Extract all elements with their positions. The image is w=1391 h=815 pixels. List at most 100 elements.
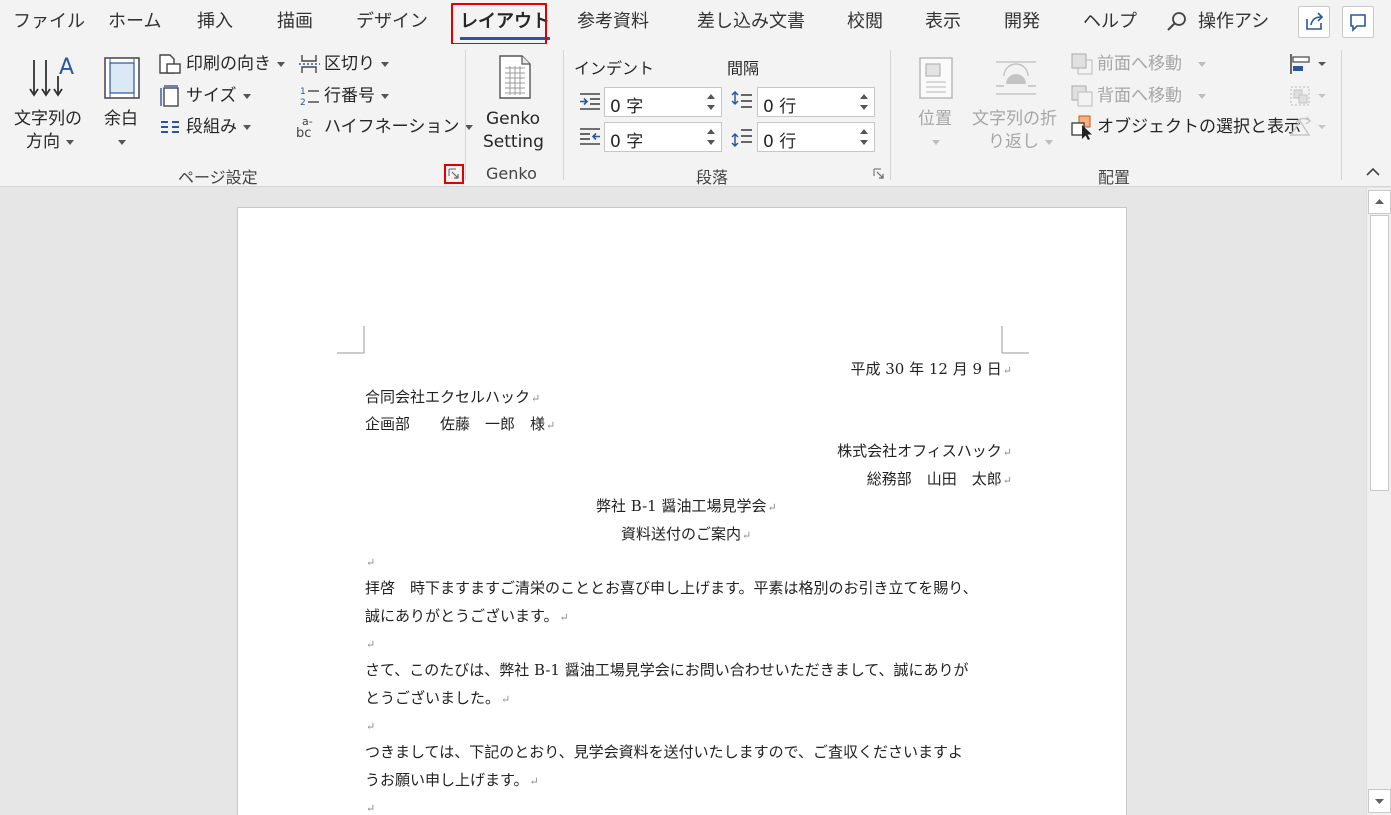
selection-pane-label: オブジェクトの選択と表示: [1097, 117, 1301, 137]
tab-developer[interactable]: 開発: [1004, 9, 1040, 35]
page-size-icon: [160, 85, 179, 107]
chevron-down-icon: [243, 124, 251, 130]
send-backward-label: 背面へ移動: [1097, 85, 1206, 107]
indent-right-value: 0 字: [610, 132, 644, 152]
dialog-launcher-icon[interactable]: [873, 168, 885, 180]
group-objects-icon[interactable]: [1288, 84, 1328, 108]
ribbon-separator: [563, 50, 564, 180]
tab-insert[interactable]: 挿入: [197, 9, 233, 35]
genko-group-label: Genko: [486, 164, 537, 183]
align-icon[interactable]: [1288, 52, 1328, 76]
sender-person: 総務部 山田 太郎↵: [866, 470, 1012, 488]
indent-left-spinner[interactable]: 0 字: [604, 87, 722, 117]
spin-up-icon[interactable]: [707, 94, 715, 99]
margins-button[interactable]: 余白: [96, 48, 148, 158]
spacing-before-value: 0 行: [763, 97, 797, 117]
spin-down-icon[interactable]: [860, 140, 868, 145]
vertical-scrollbar[interactable]: [1366, 188, 1391, 815]
genko-setting-button[interactable]: Genko Setting: [478, 48, 554, 158]
hyphenation-label: ハイフネーション: [324, 116, 474, 138]
indent-left-value: 0 字: [610, 97, 644, 117]
tab-highlight-box: [451, 3, 547, 45]
rotate-icon[interactable]: [1288, 115, 1328, 139]
empty-paragraph: ↵: [366, 720, 376, 733]
scroll-down-button[interactable]: [1368, 789, 1391, 813]
position-icon: [919, 57, 953, 99]
tab-file[interactable]: ファイル: [13, 9, 85, 35]
body-paragraph-2-line-2: とうございました。↵: [365, 689, 511, 707]
spacing-after-icon: [731, 129, 752, 148]
spin-down-icon[interactable]: [860, 105, 868, 110]
page-setup-launcher-highlight: [444, 164, 464, 184]
indent-right-spinner[interactable]: 0 字: [604, 122, 722, 152]
orientation-label: 印刷の向き: [186, 53, 285, 75]
chevron-down-icon: [1045, 139, 1053, 145]
wrap-text-label-1: 文字列の折: [972, 109, 1057, 129]
tab-view[interactable]: 表示: [925, 9, 961, 35]
chevron-down-icon: [1198, 61, 1206, 67]
text-direction-label-1: 文字列の: [14, 109, 82, 129]
collapse-ribbon-icon[interactable]: [1365, 166, 1381, 178]
indent-right-icon: [580, 128, 600, 145]
line-numbers-icon: 1 2: [300, 87, 319, 108]
tab-home[interactable]: ホーム: [108, 9, 161, 35]
tab-references[interactable]: 参考資料: [577, 9, 649, 35]
text-direction-label-2: 方向: [26, 131, 74, 153]
position-button[interactable]: 位置: [910, 48, 962, 158]
bring-forward-icon: [1071, 53, 1093, 75]
body-paragraph-2-line-1: さて、このたびは、弊社 B-1 醤油工場見学会にお問い合わせいただきまして、誠に…: [365, 661, 969, 679]
chevron-down-icon: [1198, 93, 1206, 99]
margins-icon: [104, 57, 140, 99]
tab-draw[interactable]: 描画: [277, 9, 313, 35]
spacing-after-spinner[interactable]: 0 行: [757, 122, 875, 152]
chevron-down-icon: [277, 61, 285, 67]
document-page[interactable]: 平成 30 年 12 月 9 日↵ 合同会社エクセルハック↵ 企画部 佐藤 一郎…: [237, 207, 1127, 815]
orientation-icon: [159, 54, 181, 74]
tab-help[interactable]: ヘルプ: [1083, 9, 1137, 35]
columns-icon: [161, 121, 179, 133]
spacing-after-value: 0 行: [763, 132, 797, 152]
spin-up-icon[interactable]: [860, 129, 868, 134]
tab-design[interactable]: デザイン: [356, 9, 428, 35]
letter-title-1: 弊社 B-1 醤油工場見学会↵: [596, 497, 777, 515]
size-label: サイズ: [186, 85, 251, 107]
svg-text:A: A: [59, 55, 74, 80]
chevron-up-icon: [1375, 199, 1384, 204]
search-icon[interactable]: [1166, 11, 1188, 33]
tab-mailings[interactable]: 差し込み文書: [697, 9, 805, 35]
spin-up-icon[interactable]: [707, 129, 715, 134]
chevron-down-icon: [118, 140, 126, 145]
sender-company: 株式会社オフィスハック↵: [837, 442, 1012, 460]
body-paragraph-1-line-1: 拝啓 時下ますますご清栄のこととお喜び申し上げます。平素は格別のお引き立てを賜り…: [365, 579, 978, 597]
spin-down-icon[interactable]: [707, 140, 715, 145]
spin-down-icon[interactable]: [707, 105, 715, 110]
wrap-text-icon: [996, 61, 1036, 95]
comments-button[interactable]: [1342, 6, 1374, 38]
margins-label: 余白: [104, 109, 138, 129]
share-icon: [1306, 12, 1324, 30]
svg-text:1: 1: [300, 87, 306, 97]
ribbon-tab-bar: ファイル ホーム 挿入 描画 デザイン レイアウト 参考資料 差し込み文書 校閲…: [0, 0, 1391, 45]
tell-me-input[interactable]: 操作アシ: [1198, 9, 1270, 35]
arrange-group-label: 配置: [1098, 168, 1131, 187]
wrap-text-button[interactable]: 文字列の折 り返し: [968, 48, 1064, 158]
text-direction-icon: A: [29, 55, 74, 97]
scroll-up-button[interactable]: [1368, 190, 1391, 214]
svg-text:2: 2: [300, 98, 306, 108]
ribbon-separator: [1341, 50, 1342, 180]
ribbon-separator: [890, 50, 891, 180]
text-direction-button[interactable]: A 文字列の 方向: [10, 48, 90, 158]
spin-up-icon[interactable]: [860, 94, 868, 99]
empty-paragraph: ↵: [366, 556, 376, 569]
genko-document-icon: [499, 55, 531, 99]
body-paragraph-3-line-1: つきましては、下記のとおり、見学会資料を送付いたしますので、ご査収くださいますよ: [365, 743, 964, 761]
comment-icon: [1350, 14, 1366, 32]
spacing-before-spinner[interactable]: 0 行: [757, 87, 875, 117]
body-paragraph-1-line-2: 誠にありがとうございます。↵: [365, 607, 569, 625]
position-label: 位置: [918, 109, 952, 129]
empty-paragraph: ↵: [366, 802, 376, 815]
breaks-icon: [299, 55, 320, 73]
scroll-thumb[interactable]: [1370, 215, 1389, 491]
share-button[interactable]: [1298, 6, 1330, 38]
tab-review[interactable]: 校閲: [847, 9, 883, 35]
